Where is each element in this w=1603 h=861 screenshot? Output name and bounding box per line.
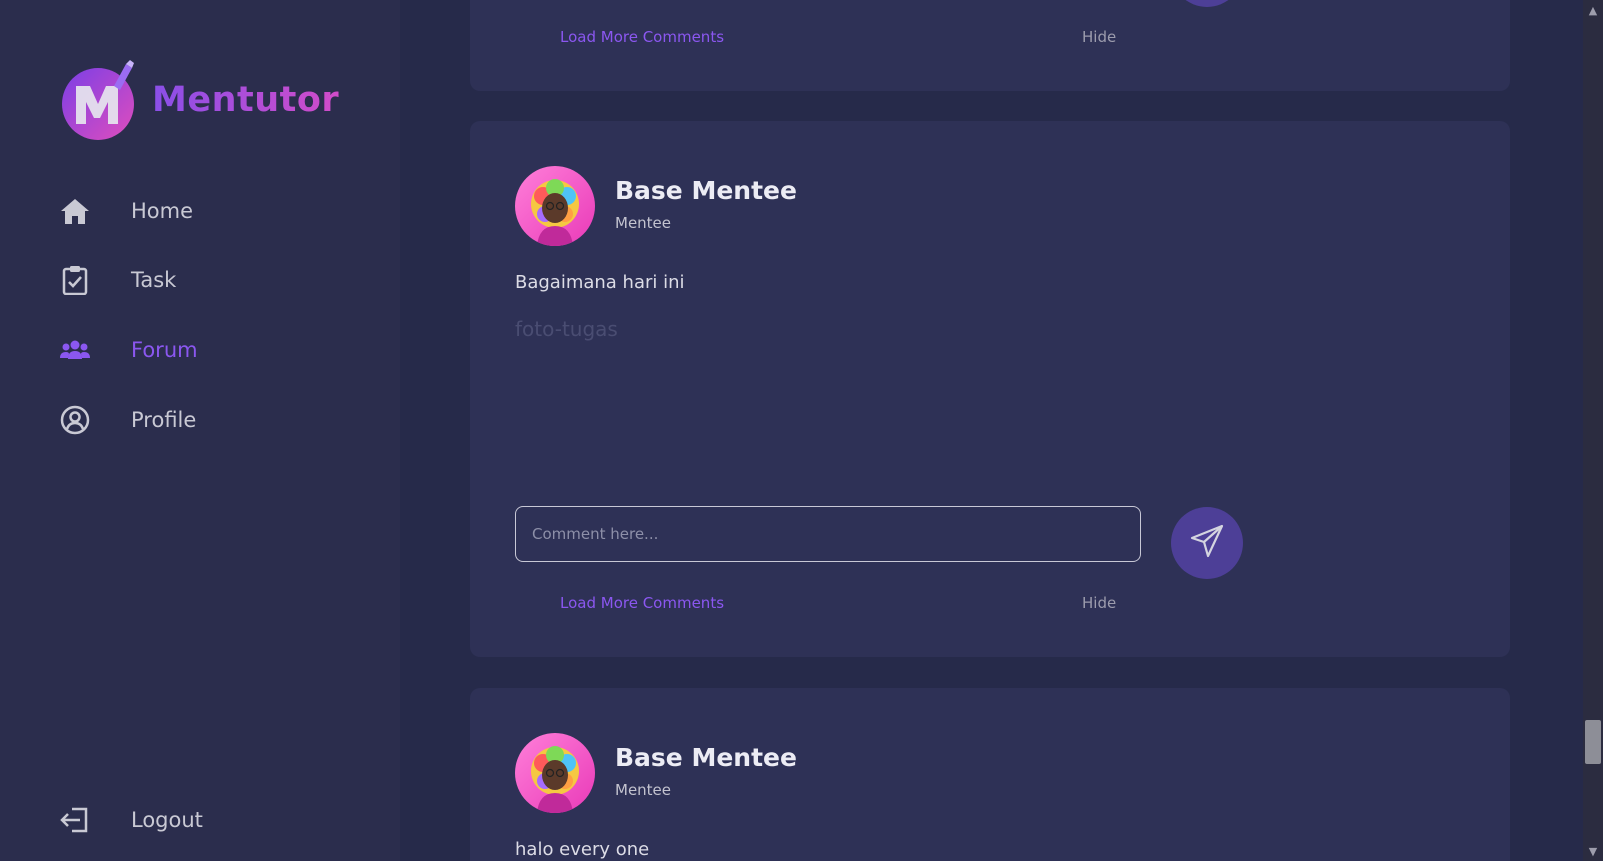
sidebar-item-task[interactable]: Task [60, 260, 176, 300]
author-name: Base Mentee [615, 176, 797, 205]
sidebar-item-forum[interactable]: Forum [60, 330, 198, 370]
scroll-down-arrow-icon[interactable]: ▼ [1583, 843, 1603, 859]
forum-post-card: Base Mentee Mentee Bagaimana hari ini fo… [470, 121, 1510, 657]
forum-post-card: Load More Comments Hide [470, 0, 1510, 91]
sidebar-item-label: Task [131, 268, 177, 292]
logout-icon [60, 805, 90, 835]
scroll-up-arrow-icon[interactable]: ▲ [1583, 2, 1603, 18]
post-text: halo every one [515, 839, 650, 860]
sidebar-item-label: Forum [131, 338, 198, 362]
logout-button[interactable]: Logout [60, 800, 203, 840]
sidebar-item-home[interactable]: Home [60, 191, 193, 231]
task-clipboard-icon [60, 265, 90, 295]
forum-post-card: Base Mentee Mentee halo every one [470, 688, 1510, 861]
post-image: foto-tugas [515, 317, 618, 341]
home-icon [60, 196, 90, 226]
send-comment-button[interactable] [1171, 507, 1243, 579]
sidebar-item-label: Home [131, 199, 194, 223]
sidebar-item-label: Profile [131, 408, 197, 432]
page-scrollbar[interactable]: ▲ ▼ [1583, 0, 1603, 861]
sidebar: Mentutor Home Task Forum Profile Logout [0, 0, 400, 861]
sidebar-item-profile[interactable]: Profile [60, 400, 196, 440]
app-name: Mentutor [152, 80, 340, 120]
scrollbar-thumb[interactable] [1585, 720, 1601, 764]
send-icon [1189, 523, 1225, 563]
logout-label: Logout [131, 808, 203, 832]
user-circle-icon [60, 405, 90, 435]
app-logo[interactable]: Mentutor [62, 60, 339, 140]
load-more-comments-link[interactable]: Load More Comments [560, 594, 724, 612]
send-comment-button[interactable] [1171, 0, 1243, 7]
mentutor-logo-icon [62, 60, 138, 140]
author-role: Mentee [615, 781, 672, 799]
load-more-comments-link[interactable]: Load More Comments [560, 28, 724, 46]
avatar[interactable] [515, 166, 595, 246]
avatar[interactable] [515, 733, 595, 813]
hide-comments-link[interactable]: Hide [1082, 594, 1116, 612]
author-name: Base Mentee [615, 743, 797, 772]
post-text: Bagaimana hari ini [515, 272, 685, 293]
author-role: Mentee [615, 214, 672, 232]
users-group-icon [60, 335, 90, 365]
hide-comments-link[interactable]: Hide [1082, 28, 1116, 46]
comment-input[interactable] [515, 506, 1141, 562]
